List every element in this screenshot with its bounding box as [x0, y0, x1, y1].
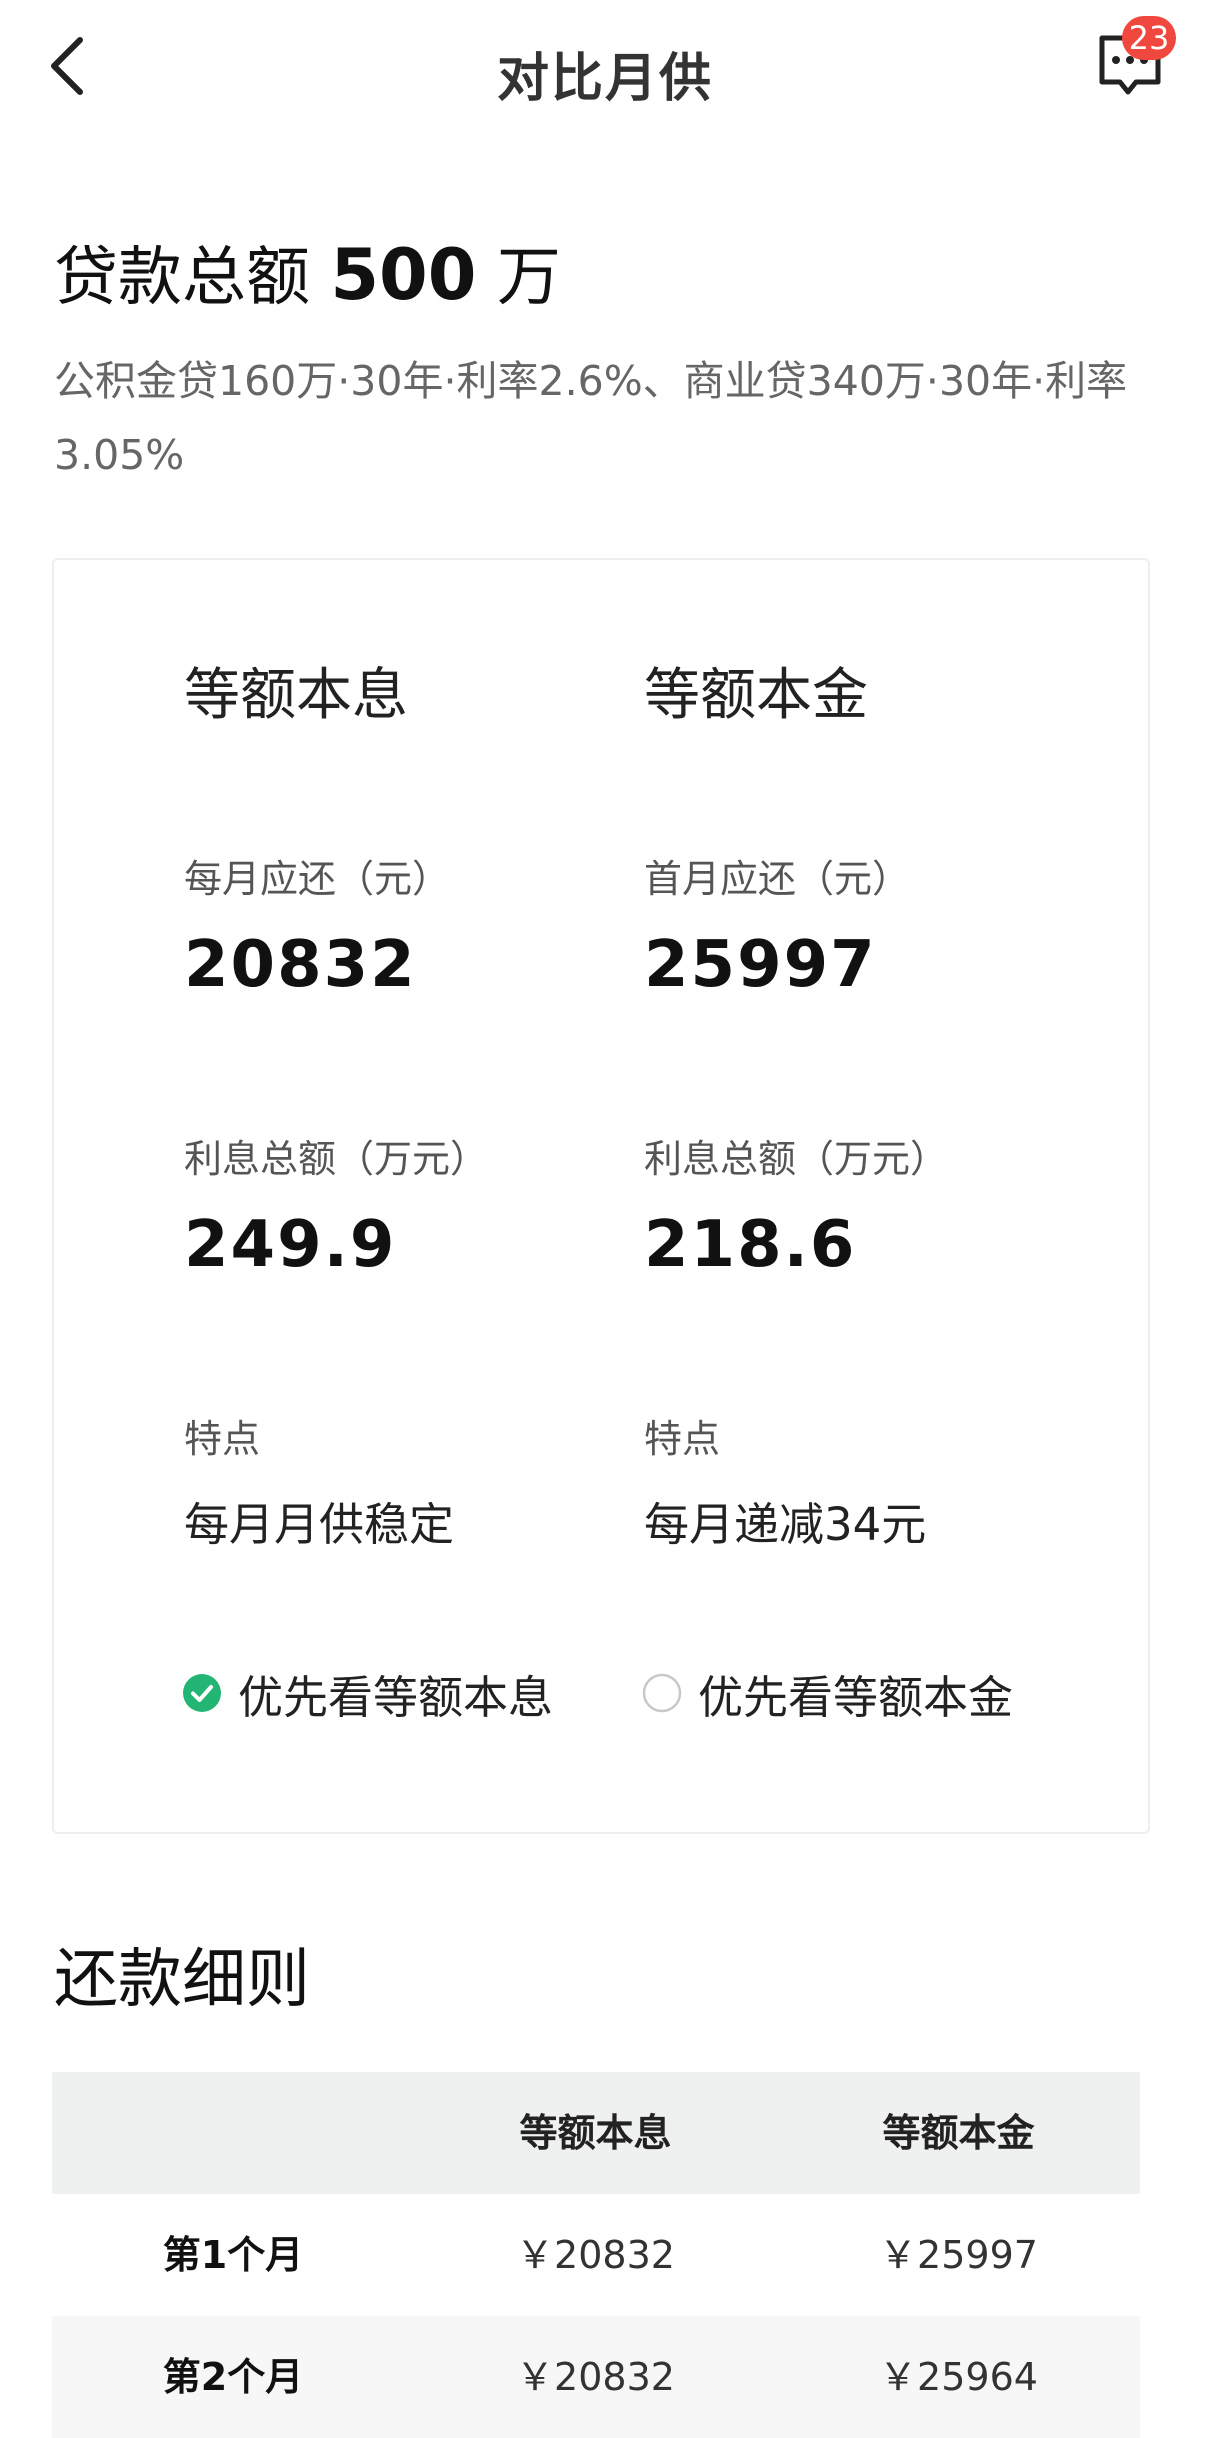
equal-principal-cell: ￥25964: [879, 2355, 1038, 2399]
feature-label: 特点: [644, 1417, 721, 1461]
table-header-cell: [52, 2072, 414, 2194]
loan-total-amount: 500: [330, 234, 477, 316]
page-title: 对比月供: [496, 49, 713, 109]
feature-label: 特点: [184, 1417, 261, 1461]
monthly-payment-value: 20832: [184, 928, 417, 1002]
prefer-equal-installment-option[interactable]: 优先看等额本息: [182, 1658, 553, 1728]
loan-description: 公积金贷160万·30年·利率2.6%、商业贷340万·30年·利率3.05%: [54, 357, 1128, 479]
first-month-payment-value: 25997: [644, 928, 877, 1002]
method-title: 等额本息: [184, 663, 408, 728]
table-header-cell: 等额本金: [882, 2111, 1035, 2155]
first-month-payment-label: 首月应还（元）: [644, 857, 911, 901]
empty-circle-icon: [642, 1673, 682, 1713]
feature-value: 每月月供稳定: [184, 1498, 455, 1551]
period-cell: 第2个月: [162, 2355, 304, 2399]
equal-principal-cell: ￥25997: [879, 2233, 1038, 2277]
loan-total: 贷款总额 500 万: [54, 226, 561, 318]
total-interest-value: 218.6: [644, 1208, 857, 1282]
equal-installment-cell: ￥20832: [516, 2355, 675, 2399]
table-row: 第1个月 ￥20832 ￥25997: [52, 2194, 1140, 2316]
total-interest-label: 利息总额（万元）: [184, 1137, 489, 1181]
repayment-table: 等额本息 等额本金 第1个月 ￥20832 ￥25997 第2个月 ￥20832…: [52, 2072, 1140, 2438]
option-label: 优先看等额本金: [698, 1670, 1014, 1724]
repayment-details-title: 还款细则: [54, 1943, 310, 2017]
message-count-badge: 23: [1122, 16, 1176, 60]
monthly-payment-label: 每月应还（元）: [184, 857, 451, 901]
method-title: 等额本金: [644, 663, 868, 728]
option-label: 优先看等额本息: [238, 1670, 554, 1724]
period-cell: 第1个月: [162, 2233, 304, 2277]
check-circle-icon: [183, 1674, 221, 1712]
table-row: 第2个月 ￥20832 ￥25964: [52, 2316, 1140, 2438]
total-interest-value: 249.9: [184, 1208, 397, 1282]
prefer-equal-principal-option[interactable]: 优先看等额本金: [642, 1658, 1013, 1728]
loan-total-unit: 万: [496, 241, 561, 315]
table-header-cell: 等额本息: [519, 2111, 672, 2155]
top-bar: 对比月供 23: [0, 0, 1210, 140]
feature-value: 每月递减34元: [644, 1498, 927, 1551]
equal-installment-cell: ￥20832: [516, 2233, 675, 2277]
comparison-card: 等额本息 每月应还（元） 20832 利息总额（万元） 249.9 特点 每月月…: [52, 558, 1150, 1834]
total-interest-label: 利息总额（万元）: [644, 1137, 949, 1181]
loan-total-prefix: 贷款总额: [54, 241, 310, 315]
table-header-row: 等额本息 等额本金: [52, 2072, 1140, 2194]
